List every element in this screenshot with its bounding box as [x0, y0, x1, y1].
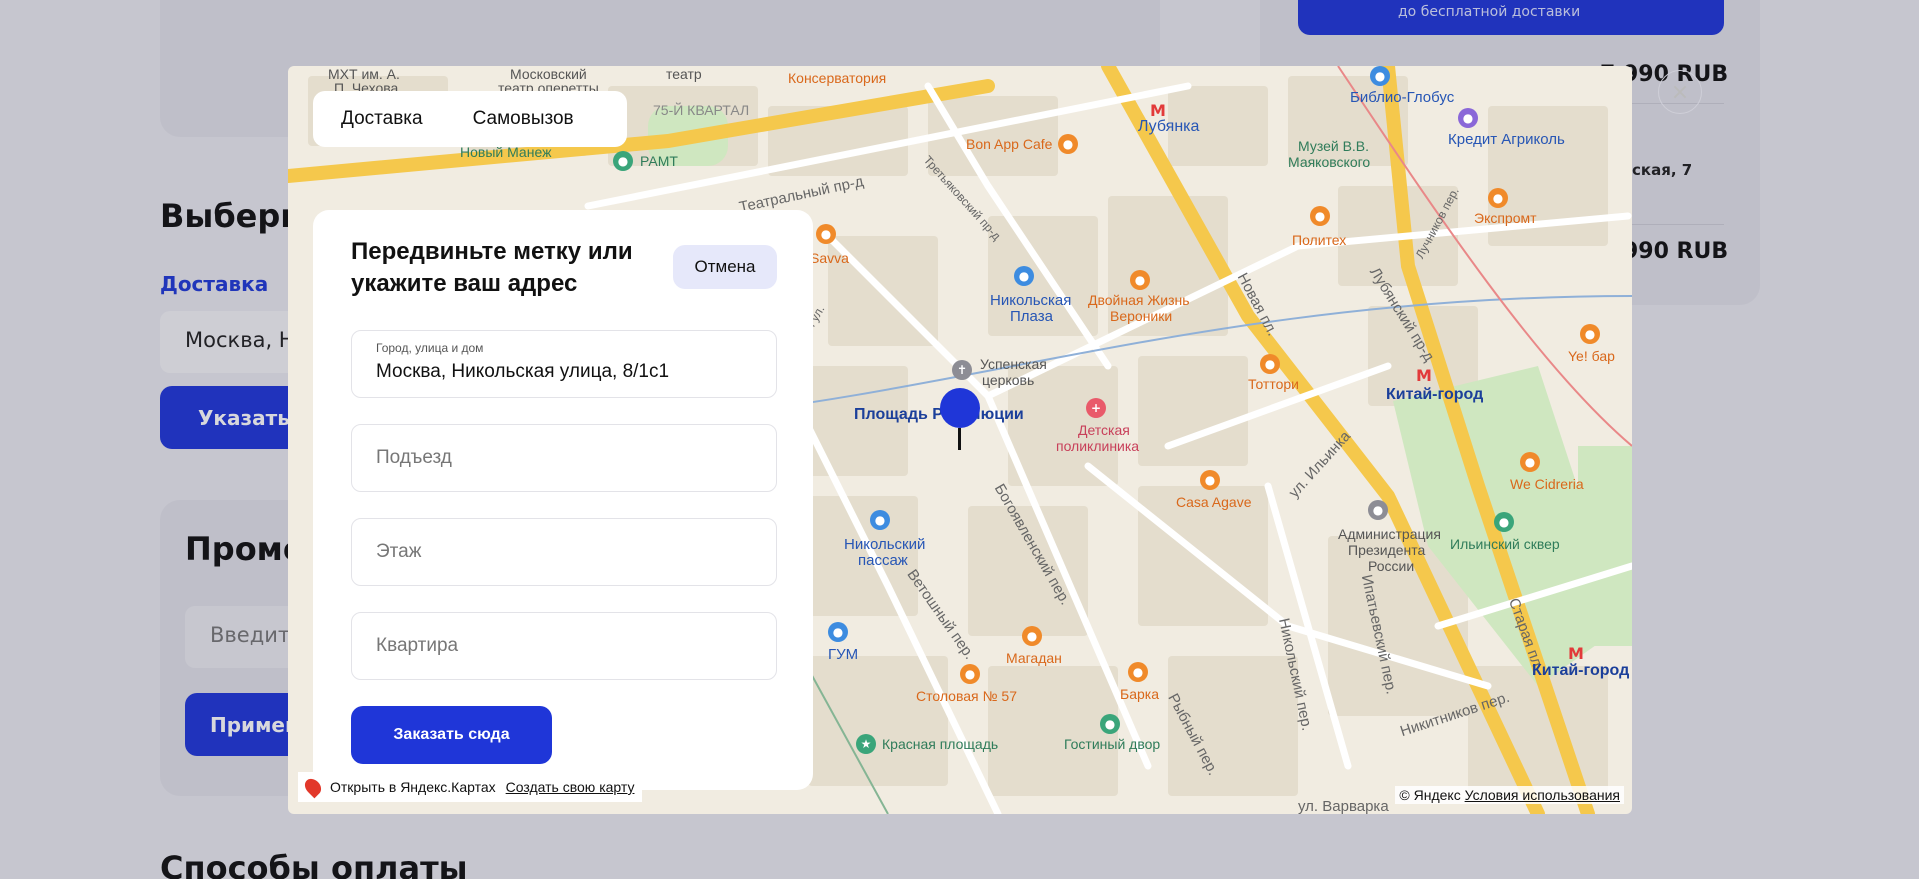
close-icon[interactable]: × — [1658, 70, 1702, 114]
create-map-link[interactable]: Создать свою карту — [506, 779, 635, 795]
map-label: ГУМ — [828, 646, 859, 663]
poi-icon: ● — [1128, 662, 1148, 682]
map-label: Детская — [1078, 422, 1130, 438]
poi-icon: ● — [1310, 206, 1330, 226]
metro-icon: M — [1568, 644, 1584, 663]
map-label: Никольская — [990, 292, 1072, 309]
map-label: Площадь Революции — [854, 406, 1024, 423]
poi-icon: ● — [1100, 714, 1120, 734]
poi-icon: ● — [1458, 108, 1478, 128]
map-label: Savva — [810, 250, 849, 266]
yandex-map-bar: Открыть в Яндекс.Картах Создать свою кар… — [298, 772, 643, 802]
poi-icon: ● — [1130, 270, 1150, 290]
poi-icon: ● — [1200, 470, 1220, 490]
poi-icon: ● — [1520, 452, 1540, 472]
map-label: Барка — [1120, 686, 1159, 702]
map-label: Маяковского — [1288, 154, 1371, 170]
map-label: Экспромт — [1474, 210, 1537, 226]
map-label: Никольский — [844, 536, 926, 553]
metro-icon: M — [1416, 366, 1432, 385]
panel-title: Передвиньте метку или укажите ваш адрес — [351, 238, 633, 297]
poi-icon: ● — [1014, 266, 1034, 286]
poi-icon: ● — [960, 664, 980, 684]
tab-delivery[interactable]: Доставка — [341, 108, 423, 130]
poi-icon: ● — [1058, 134, 1078, 154]
tab-pickup[interactable]: Самовызов — [473, 108, 574, 130]
map-label: Столовая № 57 — [916, 688, 1017, 704]
map-label: России — [1368, 558, 1415, 574]
map-label: Вероники — [1110, 308, 1173, 324]
map-label: Двойная Жизнь — [1088, 292, 1190, 308]
location-pin-icon[interactable] — [940, 388, 980, 428]
map-label: Плаза — [1010, 308, 1053, 325]
cancel-button[interactable]: Отмена — [673, 245, 777, 289]
map-label: Кредит Агриколь — [1448, 131, 1565, 148]
copyright-text: © Яндекс — [1399, 787, 1461, 803]
map-label: Политех — [1292, 232, 1347, 248]
poi-icon: ● — [1488, 188, 1508, 208]
map-label: Консерватория — [788, 70, 887, 86]
entrance-placeholder: Подъезд — [376, 447, 452, 468]
poi-icon: ● — [1370, 66, 1390, 86]
poi-icon: ✝ — [952, 360, 972, 380]
map-label: Китай-город — [1386, 386, 1484, 403]
map-label: We Cidreria — [1510, 476, 1584, 492]
map-label: театр — [666, 66, 702, 82]
poi-icon: ● — [1022, 626, 1042, 646]
delivery-mode-tabs: Доставка Самовызов — [313, 91, 627, 147]
map-modal[interactable]: МХТ им. А. П. Чехова Московский театр оп… — [288, 66, 1632, 814]
apartment-placeholder: Квартира — [376, 635, 459, 656]
poi-icon: ● — [1580, 324, 1600, 344]
map-label: Магадан — [1006, 650, 1062, 666]
poi-icon: ● — [1368, 500, 1388, 520]
poi-icon: ● — [816, 224, 836, 244]
poi-icon: ● — [1260, 354, 1280, 374]
poi-icon: ● — [870, 510, 890, 530]
map-label: церковь — [982, 372, 1035, 388]
hospital-icon: + — [1086, 398, 1106, 418]
map-label: Библио-Глобус — [1350, 89, 1455, 106]
poi-icon: ● — [828, 622, 848, 642]
address-field-value[interactable]: Москва, Никольская улица, 8/1с1 — [376, 361, 669, 383]
map-label: Ye! бар — [1568, 348, 1615, 364]
poi-icon: ★ — [856, 734, 876, 754]
map-label: Лубянка — [1138, 118, 1200, 135]
floor-placeholder: Этаж — [376, 541, 422, 562]
map-label: Ильинский сквер — [1450, 536, 1560, 552]
map-label: Президента — [1348, 542, 1426, 558]
map-label: 75-Й КВАРТАЛ — [653, 102, 750, 118]
floor-field[interactable]: Этаж — [351, 518, 777, 586]
map-label: Bon App Cafe — [966, 136, 1053, 152]
order-here-button[interactable]: Заказать сюда — [351, 706, 552, 764]
location-pin-stick — [958, 428, 961, 450]
terms-link[interactable]: Условия использования — [1465, 787, 1620, 803]
map-label: Casa Agave — [1176, 494, 1252, 510]
map-label: ул. Варварка — [1298, 798, 1389, 814]
address-panel: Передвиньте метку или укажите ваш адрес … — [313, 210, 813, 790]
apartment-field[interactable]: Квартира — [351, 612, 777, 680]
map-label: пассаж — [858, 552, 908, 569]
poi-icon: ● — [613, 151, 633, 171]
map-label: Администрация — [1338, 526, 1441, 542]
poi-icon: ● — [1494, 512, 1514, 532]
map-label: РАМТ — [640, 153, 678, 169]
map-label: Музей В.В. — [1298, 138, 1370, 154]
yandex-pin-icon — [301, 775, 325, 799]
map-label: Гостиный двор — [1064, 736, 1161, 752]
address-field[interactable]: Город, улица и дом Москва, Никольская ул… — [351, 330, 777, 398]
map-label: Успенская — [980, 356, 1047, 372]
map-label: Китай-город — [1532, 662, 1630, 679]
open-in-yandex-link[interactable]: Открыть в Яндекс.Картах — [330, 779, 496, 795]
entrance-field[interactable]: Подъезд — [351, 424, 777, 492]
map-copyright: © Яндекс Условия использования — [1395, 786, 1624, 804]
map-label: Тоттори — [1248, 376, 1299, 392]
map-label: поликлиника — [1056, 438, 1140, 454]
address-field-label: Город, улица и дом — [376, 341, 484, 355]
map-label: Красная площадь — [882, 736, 999, 752]
